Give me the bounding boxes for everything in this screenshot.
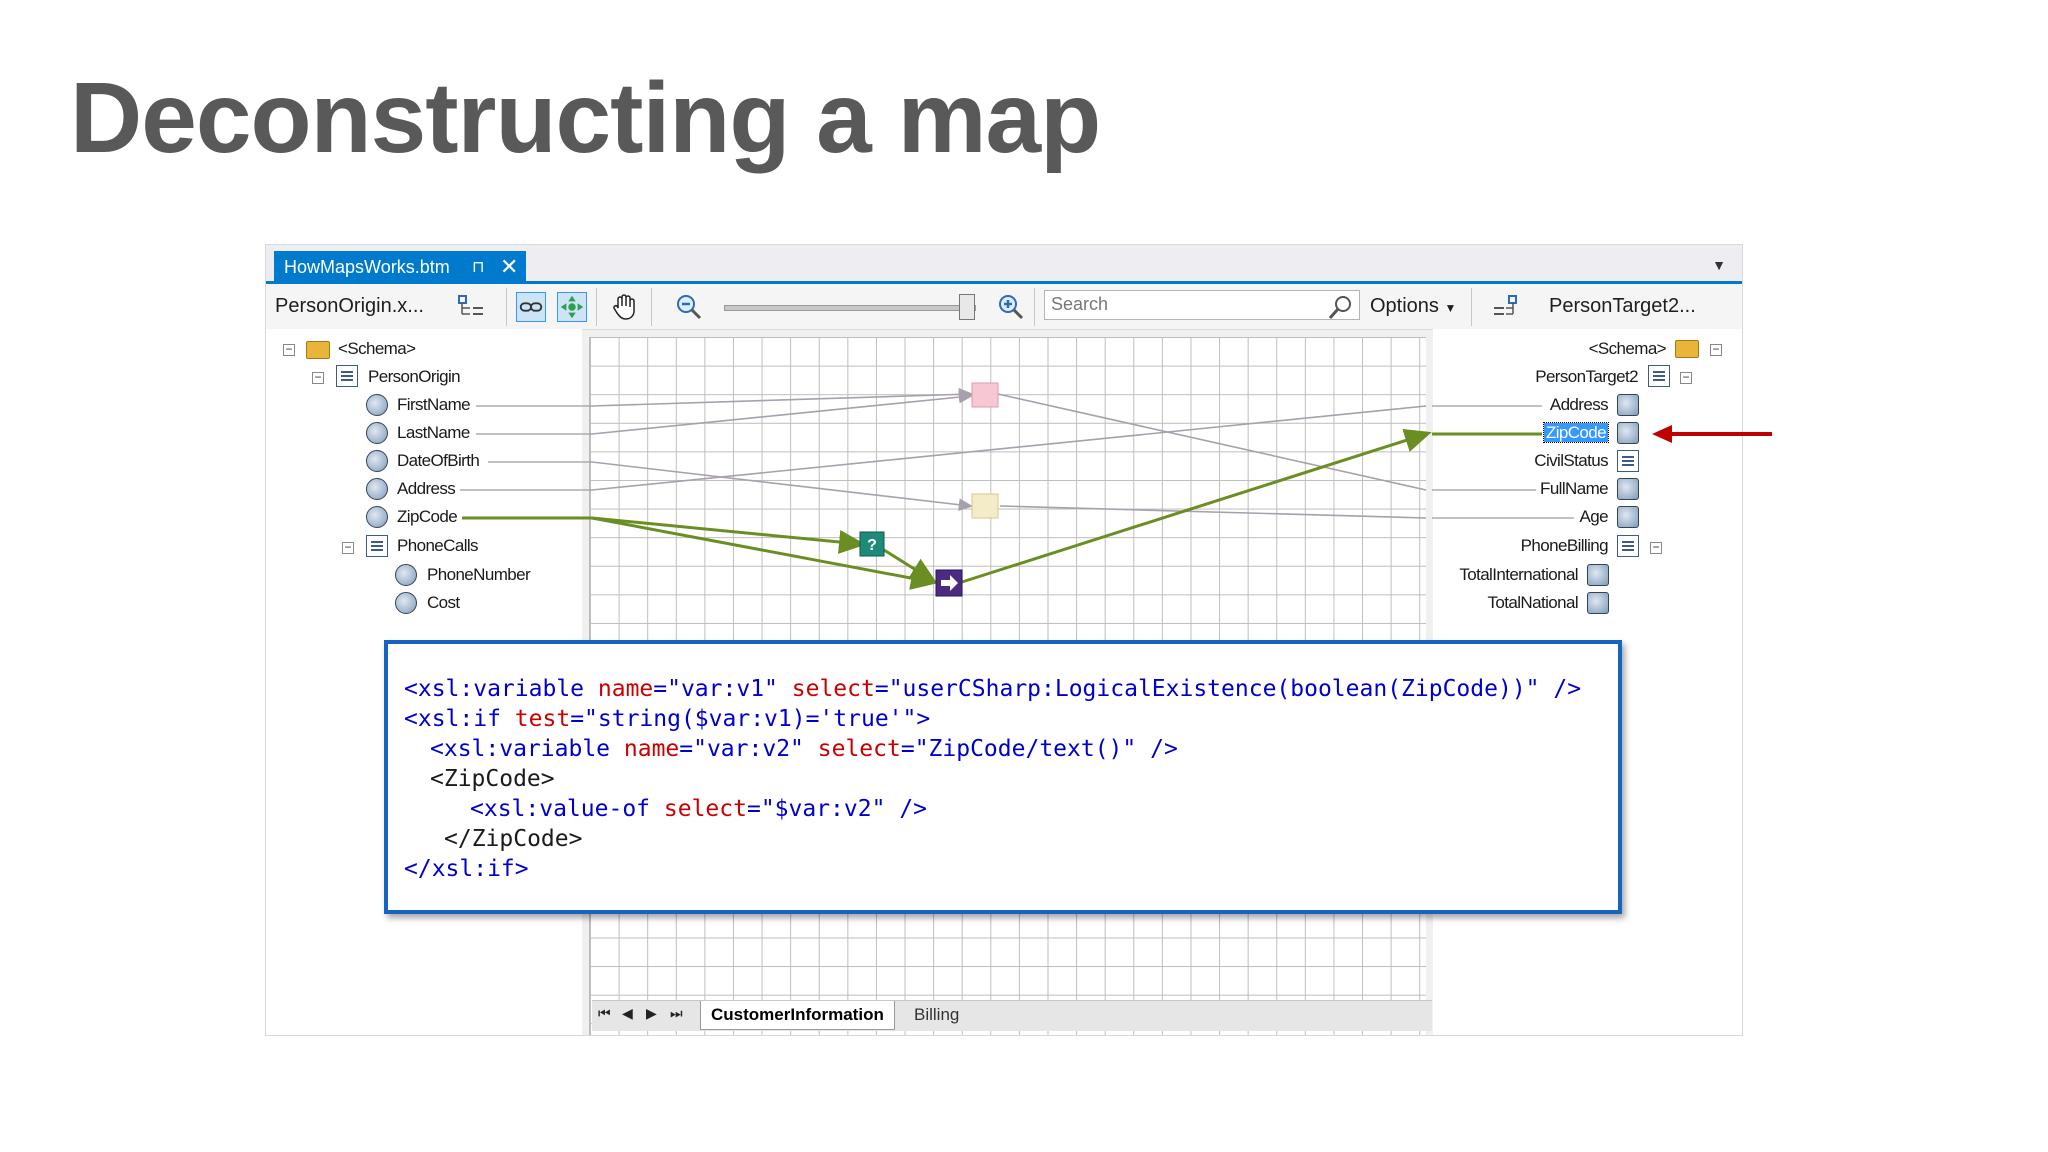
tab-billing[interactable]: Billing	[904, 1001, 969, 1029]
folder-icon	[1675, 340, 1699, 358]
date-time-functoid-icon[interactable]	[971, 493, 999, 519]
field-icon	[395, 564, 417, 586]
field-icon	[366, 506, 388, 528]
record-icon	[1617, 535, 1639, 557]
source-schema-label[interactable]: PersonOrigin.x...	[275, 295, 424, 318]
field-icon	[1617, 422, 1639, 444]
target-schema-root[interactable]: <Schema>	[1589, 336, 1667, 362]
field-icon	[366, 422, 388, 444]
mapper-toolbar: PersonOrigin.x... Search Options ▼ Perso…	[266, 284, 1742, 330]
search-input[interactable]: Search	[1044, 290, 1360, 320]
source-field[interactable]: Address	[397, 476, 456, 502]
field-icon	[366, 450, 388, 472]
field-icon	[1587, 564, 1609, 586]
source-schema-tree-icon[interactable]	[456, 292, 486, 322]
target-field[interactable]: Age	[1580, 504, 1609, 530]
target-schema-label[interactable]: PersonTarget2...	[1549, 295, 1696, 318]
logical-existence-functoid-icon[interactable]	[859, 531, 885, 557]
schema-collapse-toggle[interactable]: −	[1710, 343, 1722, 356]
source-field[interactable]: DateOfBirth	[397, 448, 480, 474]
code-line-1: <xsl:variable name="var:v1" select="user…	[404, 676, 1582, 702]
record-icon	[336, 365, 358, 387]
string-concatenate-functoid-icon[interactable]	[971, 382, 999, 408]
indicate-matches-icon[interactable]	[557, 292, 587, 322]
value-mapping-functoid-icon[interactable]	[935, 569, 963, 597]
pan-hand-icon[interactable]	[610, 292, 640, 322]
phonecalls-collapse-toggle[interactable]: −	[342, 541, 354, 554]
source-record-person-origin[interactable]: PersonOrigin	[368, 364, 461, 390]
target-field[interactable]: TotalNational	[1488, 590, 1579, 616]
options-label: Options	[1370, 295, 1439, 317]
zoom-slider[interactable]	[724, 305, 976, 311]
document-tab-label: HowMapsWorks.btm	[284, 256, 450, 277]
function-field-icon	[1617, 450, 1639, 472]
record-collapse-toggle[interactable]: −	[312, 371, 324, 384]
code-line-5: <xsl:value-of select="$var:v2" />	[470, 796, 928, 822]
field-icon	[1617, 506, 1639, 528]
source-field-zipcode[interactable]: ZipCode	[397, 504, 458, 530]
field-icon	[395, 592, 417, 614]
zoom-out-icon[interactable]	[674, 292, 704, 322]
record-collapse-toggle[interactable]: −	[1680, 371, 1692, 384]
document-tab[interactable]: HowMapsWorks.btm ⊓ ✕	[274, 251, 526, 283]
record-icon	[1648, 365, 1670, 387]
search-placeholder: Search	[1051, 294, 1109, 314]
target-field[interactable]: FullName	[1540, 476, 1609, 502]
code-line-6: </ZipCode>	[444, 826, 583, 852]
document-tabstrip: HowMapsWorks.btm ⊓ ✕ ▼	[266, 245, 1742, 284]
field-icon	[366, 394, 388, 416]
code-line-7: </xsl:if>	[404, 856, 529, 882]
schema-collapse-toggle[interactable]: −	[283, 343, 295, 356]
next-page-icon[interactable]: ▶	[646, 1005, 657, 1022]
record-icon	[366, 535, 388, 557]
prev-page-icon[interactable]: ◀	[622, 1005, 633, 1022]
target-field-zipcode-selected[interactable]: ZipCode	[1542, 420, 1610, 446]
target-field[interactable]: Address	[1550, 392, 1609, 418]
source-field[interactable]: LastName	[397, 420, 470, 446]
tab-customer-information[interactable]: CustomerInformation	[700, 1001, 895, 1030]
link-toggle-icon[interactable]	[516, 292, 546, 322]
last-page-icon[interactable]: ⏭	[670, 1005, 683, 1022]
code-line-4: <ZipCode>	[430, 766, 555, 792]
phonebilling-collapse-toggle[interactable]: −	[1650, 541, 1662, 554]
chevron-down-icon: ▼	[1444, 301, 1457, 315]
target-record-phonebilling[interactable]: PhoneBilling	[1521, 533, 1609, 559]
folder-icon	[306, 341, 330, 359]
field-icon	[366, 478, 388, 500]
source-schema-root[interactable]: <Schema>	[338, 336, 416, 362]
slide-title: Deconstructing a map	[70, 62, 1101, 174]
source-field[interactable]: PhoneNumber	[427, 562, 531, 588]
field-icon	[1587, 592, 1609, 614]
source-field[interactable]: FirstName	[397, 392, 471, 418]
tab-list-dropdown-icon[interactable]: ▼	[1712, 257, 1726, 273]
first-page-icon[interactable]: ⏮	[598, 1005, 611, 1022]
zoom-in-icon[interactable]	[996, 292, 1026, 322]
code-line-3: <xsl:variable name="var:v2" select="ZipC…	[430, 736, 1178, 762]
pin-icon[interactable]: ⊓	[472, 257, 484, 277]
close-icon[interactable]: ✕	[500, 254, 518, 280]
field-icon	[1617, 394, 1639, 416]
options-button[interactable]: Options ▼	[1370, 295, 1456, 318]
zoom-slider-thumb[interactable]	[958, 294, 975, 320]
xslt-code-callout: <xsl:variable name="var:v1" select="user…	[384, 640, 1622, 914]
source-record-phonecalls[interactable]: PhoneCalls	[397, 533, 479, 559]
target-record-person-target2[interactable]: PersonTarget2	[1535, 364, 1638, 390]
source-field[interactable]: Cost	[427, 590, 460, 616]
target-field[interactable]: TotalInternational	[1459, 562, 1578, 588]
map-page-tabs: ⏮ ◀ ▶ ⏭ CustomerInformation Billing	[592, 1000, 1432, 1031]
code-line-2: <xsl:if test="string($var:v1)='true'">	[404, 706, 931, 732]
target-schema-tree-icon[interactable]	[1491, 292, 1521, 322]
search-icon[interactable]	[1326, 293, 1356, 323]
field-icon	[1617, 478, 1639, 500]
target-field[interactable]: CivilStatus	[1534, 448, 1608, 474]
